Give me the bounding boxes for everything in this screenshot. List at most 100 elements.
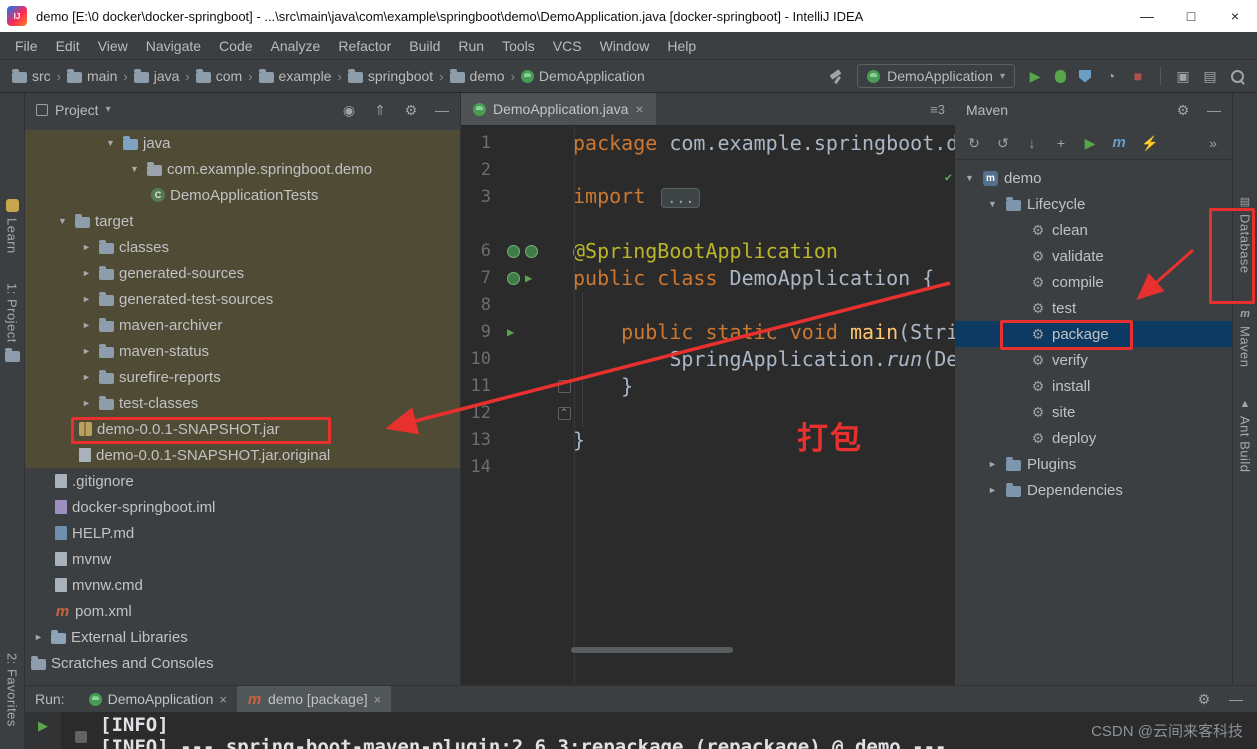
collapse-arrow-icon[interactable]: ► (79, 294, 94, 304)
editor-line[interactable]: 1package com.example.springboot.demo; (461, 130, 955, 157)
run-maven-build-button[interactable]: ▶ (1083, 136, 1097, 150)
hidden-tabs-badge[interactable]: ≡3 (930, 102, 955, 117)
editor-line[interactable]: 13} (461, 427, 955, 454)
collapse-all-button[interactable]: ⇑ (373, 103, 387, 117)
editor-line[interactable]: 10 SpringApplication.run(DemoApplication… (461, 346, 955, 373)
menu-build[interactable]: Build (400, 35, 449, 57)
editor-line[interactable]: 9▶ public static void main(String[] args… (461, 319, 955, 346)
search-everywhere-button[interactable] (1230, 69, 1245, 84)
code-editor[interactable]: 1package com.example.springboot.demo;23i… (461, 126, 955, 685)
editor-line[interactable]: 8 (461, 292, 955, 319)
project-item-maven-status[interactable]: ►maven-status (25, 338, 460, 364)
run-configuration-combo[interactable]: DemoApplication ▾ (857, 64, 1015, 88)
hide-project-panel-button[interactable]: — (435, 103, 449, 117)
collapse-arrow-icon[interactable]: ► (79, 242, 94, 252)
menu-run[interactable]: Run (449, 35, 493, 57)
project-item-scratches-and-consoles[interactable]: Scratches and Consoles (25, 650, 460, 676)
editor-line[interactable] (461, 211, 955, 238)
tab-demoapplication-java[interactable]: DemoApplication.java × (461, 93, 656, 125)
project-panel-title[interactable]: Project (55, 102, 99, 118)
project-item-classes[interactable]: ►classes (25, 234, 460, 260)
breadcrumb-java[interactable]: java (134, 68, 180, 84)
editor-line[interactable]: 2 (461, 157, 955, 184)
project-item-external-libraries[interactable]: ►External Libraries (25, 624, 460, 650)
editor-line[interactable]: 7▶public class DemoApplication { (461, 265, 955, 292)
close-tab-icon[interactable]: × (635, 101, 643, 117)
menu-window[interactable]: Window (591, 35, 659, 57)
menu-tools[interactable]: Tools (493, 35, 544, 57)
reload-all-maven-projects-button[interactable]: ↻ (967, 136, 981, 150)
maven-item-site[interactable]: ⚙site (955, 399, 1232, 425)
generate-sources-button[interactable]: ↺ (996, 136, 1010, 150)
project-item-java[interactable]: ▼java (25, 130, 460, 156)
maven-settings-button[interactable]: ⚙ (1176, 103, 1190, 117)
project-item-generated-test-sources[interactable]: ►generated-test-sources (25, 286, 460, 312)
tab-favorites[interactable]: 2: Favorites (0, 653, 24, 727)
maximize-window-button[interactable]: □ (1169, 0, 1213, 32)
maven-item-compile[interactable]: ⚙compile (955, 269, 1232, 295)
project-item-test-classes[interactable]: ►test-classes (25, 390, 460, 416)
inspections-ok-icon[interactable]: ✔ (945, 164, 952, 191)
project-settings-button[interactable]: ⚙ (404, 103, 418, 117)
collapse-arrow-icon[interactable]: ► (79, 398, 94, 408)
expand-arrow-icon[interactable]: ▼ (103, 138, 118, 148)
menu-view[interactable]: View (89, 35, 137, 57)
collapse-arrow-icon[interactable]: ► (79, 268, 94, 278)
project-item-target[interactable]: ▼target (25, 208, 460, 234)
maven-item-package[interactable]: ⚙package (955, 321, 1232, 347)
hide-maven-panel-button[interactable]: — (1207, 103, 1221, 117)
maven-item-demo[interactable]: ▼mdemo (955, 165, 1232, 191)
expand-arrow-icon[interactable]: ▼ (962, 173, 977, 183)
project-item-com-example-springboot-demo[interactable]: ▼com.example.springboot.demo (25, 156, 460, 182)
editor-line[interactable]: 14 (461, 454, 955, 481)
project-item-maven-archiver[interactable]: ►maven-archiver (25, 312, 460, 338)
profiler-button[interactable]: ◔ (1104, 69, 1118, 83)
rerun-icon[interactable]: ▶ (38, 719, 48, 749)
build-hammer-icon[interactable] (829, 69, 844, 84)
horizontal-scrollbar[interactable] (571, 647, 733, 653)
skip-tests-button[interactable]: ⚡ (1141, 136, 1158, 150)
execute-maven-goal-button[interactable]: m (1112, 135, 1126, 150)
project-item-demo-0-0-1-snapshot-jar[interactable]: demo-0.0.1-SNAPSHOT.jar (25, 416, 460, 442)
run-button[interactable]: ▶ (1028, 69, 1042, 83)
breadcrumb-main[interactable]: main (67, 68, 117, 84)
debug-button[interactable] (1055, 70, 1066, 83)
project-item-docker-springboot-iml[interactable]: docker-springboot.iml (25, 494, 460, 520)
project-item-mvnw-cmd[interactable]: mvnw.cmd (25, 572, 460, 598)
run-tab-demoapplication[interactable]: DemoApplication× (79, 686, 237, 712)
chevron-down-icon[interactable]: ▾ (106, 104, 111, 115)
project-item-gitignore[interactable]: .gitignore (25, 468, 460, 494)
maven-item-test[interactable]: ⚙test (955, 295, 1232, 321)
run-settings-button[interactable]: ⚙ (1197, 692, 1211, 706)
collapse-arrow-icon[interactable]: ► (79, 346, 94, 356)
maven-item-verify[interactable]: ⚙verify (955, 347, 1232, 373)
project-item-help-md[interactable]: HELP.md (25, 520, 460, 546)
menu-file[interactable]: File (6, 35, 47, 57)
maven-item-dependencies[interactable]: ►Dependencies (955, 477, 1232, 503)
maven-item-clean[interactable]: ⚙clean (955, 217, 1232, 243)
project-item-demo-0-0-1-snapshot-jar-original[interactable]: demo-0.0.1-SNAPSHOT.jar.original (25, 442, 460, 468)
coverage-button[interactable] (1079, 70, 1091, 83)
breadcrumb-springboot[interactable]: springboot (348, 68, 433, 84)
close-tab-icon[interactable]: × (219, 692, 227, 707)
project-item-mvnw[interactable]: mvnw (25, 546, 460, 572)
download-sources-button[interactable]: ↓ (1025, 136, 1039, 150)
console-output[interactable]: [INFO][INFO] --- spring-boot-maven-plugi… (100, 714, 1027, 749)
fold-marker-icon[interactable]: ^ (558, 407, 571, 420)
run-gutter-icon[interactable]: ▶ (507, 319, 514, 346)
editor-line[interactable]: 3import ... (461, 184, 955, 211)
collapse-arrow-icon[interactable]: ► (31, 632, 46, 642)
menu-edit[interactable]: Edit (47, 35, 89, 57)
menu-navigate[interactable]: Navigate (137, 35, 210, 57)
collapse-arrow-icon[interactable]: ► (985, 485, 1000, 495)
expand-arrow-icon[interactable]: ▼ (985, 199, 1000, 209)
breadcrumb-example[interactable]: example (259, 68, 332, 84)
hide-run-panel-button[interactable]: — (1229, 692, 1243, 706)
maven-item-plugins[interactable]: ►Plugins (955, 451, 1232, 477)
editor-line[interactable]: 6@SpringBootApplication (461, 238, 955, 265)
stop-button[interactable]: ■ (1131, 69, 1145, 83)
maven-item-validate[interactable]: ⚙validate (955, 243, 1232, 269)
fold-marker-icon[interactable]: ^ (558, 380, 571, 393)
maven-item-deploy[interactable]: ⚙deploy (955, 425, 1232, 451)
run-gutter-icon[interactable]: ▶ (525, 265, 532, 292)
